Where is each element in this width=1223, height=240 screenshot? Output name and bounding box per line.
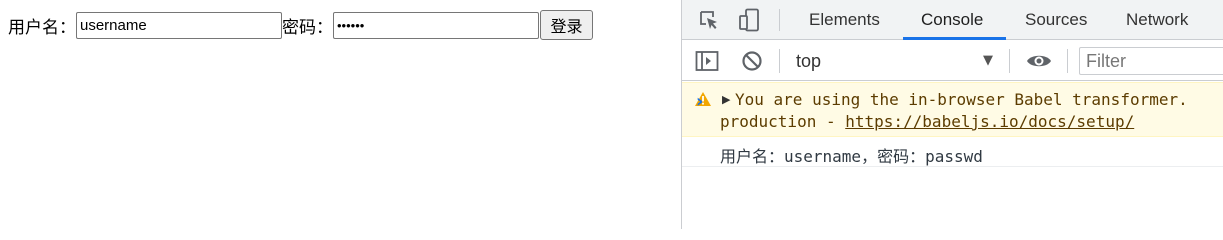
- warning-text-line1: You are using the in-browser Babel trans…: [735, 90, 1188, 109]
- console-output: ▶ You are using the in-browser Babel tra…: [682, 82, 1223, 167]
- toolbar-divider: [779, 49, 780, 73]
- console-toolbar: top ▼: [682, 41, 1223, 81]
- tabbar-divider: [779, 9, 780, 31]
- expand-triangle-icon[interactable]: ▶: [722, 93, 730, 106]
- page-viewport: 用户名： 密码： 登录: [0, 0, 682, 229]
- tab-console[interactable]: Console: [921, 0, 983, 40]
- tab-network[interactable]: Network: [1126, 0, 1188, 40]
- warning-prefix: production -: [720, 112, 846, 131]
- username-input[interactable]: [76, 11, 282, 39]
- login-form: 用户名： 密码： 登录: [8, 10, 593, 40]
- tab-sources[interactable]: Sources: [1025, 0, 1087, 40]
- clear-console-icon[interactable]: [739, 48, 765, 74]
- active-tab-indicator: [903, 37, 1006, 40]
- log-text: 用户名：username，密码：passwd: [720, 147, 983, 166]
- devtools-tabbar: Elements Console Sources Network: [682, 0, 1223, 40]
- tab-elements[interactable]: Elements: [809, 0, 880, 40]
- toolbar-divider-3: [1067, 49, 1068, 73]
- context-selector[interactable]: top: [796, 41, 821, 81]
- log-message: 用户名：username，密码：passwd: [682, 137, 1223, 167]
- password-label: 密码：: [282, 17, 333, 38]
- toolbar-divider-2: [1009, 49, 1010, 73]
- warning-text-line2: production - https://babeljs.io/docs/set…: [720, 112, 1134, 131]
- device-toggle-icon[interactable]: [736, 7, 762, 33]
- babel-docs-link[interactable]: https://babeljs.io/docs/setup/: [845, 112, 1134, 131]
- console-prompt[interactable]: ›: [696, 91, 703, 112]
- devtools-panel: Elements Console Sources Network top ▼ F…: [681, 0, 1223, 229]
- filter-input[interactable]: [1079, 47, 1223, 75]
- context-dropdown-icon[interactable]: ▼: [983, 41, 993, 81]
- login-button[interactable]: 登录: [540, 10, 593, 40]
- password-input[interactable]: [333, 11, 539, 39]
- inspect-icon[interactable]: [696, 7, 722, 33]
- username-label: 用户名：: [8, 17, 76, 38]
- sidebar-toggle-icon[interactable]: [694, 48, 720, 74]
- warning-message: ▶ You are using the in-browser Babel tra…: [682, 82, 1223, 137]
- eye-icon[interactable]: [1026, 48, 1052, 74]
